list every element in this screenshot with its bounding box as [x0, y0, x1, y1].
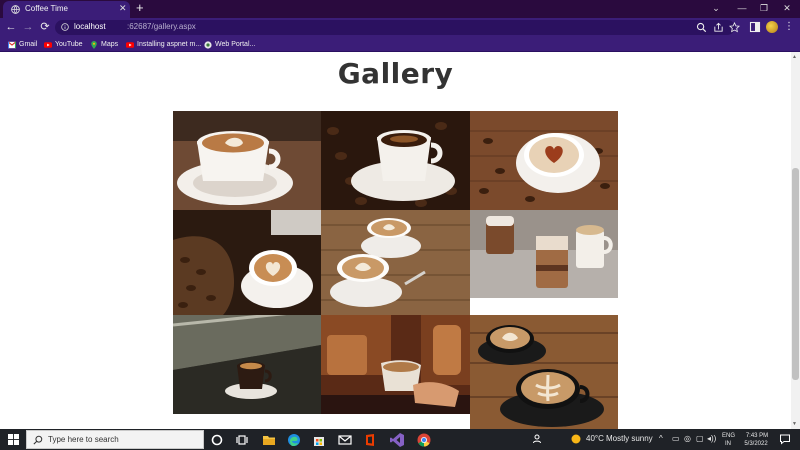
- bookmark-star-icon[interactable]: [729, 22, 740, 33]
- show-hidden-icons-chevron-icon[interactable]: ^: [659, 433, 663, 445]
- site-info-icon[interactable]: [61, 23, 69, 31]
- tab-search-icon[interactable]: ⌄: [709, 2, 723, 14]
- coffee-photo-icon: [470, 315, 618, 429]
- gallery-photo[interactable]: [470, 315, 618, 429]
- input-language-line2[interactable]: IN: [725, 440, 731, 448]
- windows-start-icon[interactable]: [8, 434, 19, 445]
- tab-coffee-time[interactable]: Coffee Time ✕: [3, 1, 130, 18]
- bookmark-installing-aspnet[interactable]: Installing aspnet m...: [126, 39, 201, 50]
- zoom-icon[interactable]: [696, 22, 707, 33]
- file-explorer-icon[interactable]: [261, 432, 277, 448]
- coffee-photo-icon: [173, 111, 321, 210]
- gallery-photo[interactable]: [173, 315, 321, 414]
- coffee-photo-icon: [470, 210, 618, 298]
- maximize-button[interactable]: ❐: [757, 2, 771, 14]
- edge-icon[interactable]: [286, 432, 302, 448]
- portal-icon: [204, 40, 212, 49]
- tab-strip: Coffee Time ✕ + ⌄ — ❐ ✕: [0, 0, 800, 18]
- notifications-icon[interactable]: [779, 433, 791, 445]
- coffee-photo-icon: [173, 210, 321, 315]
- coffee-photo-icon: [173, 315, 321, 414]
- youtube-icon: [126, 41, 134, 48]
- gallery-photo[interactable]: [173, 210, 321, 315]
- close-window-button[interactable]: ✕: [780, 2, 794, 14]
- office-icon[interactable]: [362, 432, 378, 448]
- visual-studio-icon[interactable]: [389, 432, 405, 448]
- forward-button[interactable]: →: [21, 20, 35, 34]
- display-icon[interactable]: ▢: [696, 433, 704, 445]
- page-title: Gallery: [337, 57, 454, 90]
- people-icon[interactable]: [532, 433, 544, 445]
- volume-icon[interactable]: ◂)): [707, 433, 716, 445]
- gallery-photo[interactable]: [321, 111, 470, 210]
- gallery-photo[interactable]: [470, 111, 618, 210]
- url-path: :62687/gallery.aspx: [127, 22, 196, 31]
- address-bar[interactable]: localhost :62687/gallery.aspx: [55, 20, 740, 35]
- reload-button[interactable]: ⟳: [38, 20, 52, 34]
- weather-condition[interactable]: Mostly sunny: [606, 433, 653, 445]
- bookmark-gmail[interactable]: Gmail: [8, 39, 37, 50]
- task-view-icon[interactable]: [234, 432, 250, 448]
- bookmarks-bar: Gmail YouTube Maps Installing aspnet m..…: [0, 37, 800, 52]
- url-host: localhost: [74, 22, 106, 31]
- coffee-photo-icon: [321, 210, 470, 315]
- clock-time[interactable]: 7:43 PM: [745, 432, 769, 440]
- globe-icon: [11, 5, 20, 14]
- minimize-button[interactable]: —: [735, 2, 749, 14]
- battery-icon[interactable]: ▭: [672, 433, 680, 445]
- gallery-photo[interactable]: [321, 210, 470, 315]
- side-panel-icon[interactable]: [749, 21, 761, 33]
- back-button[interactable]: ←: [4, 20, 18, 34]
- windows-taskbar: Type here to search 40°C Mostly sunny ^ …: [0, 429, 800, 450]
- bookmark-maps[interactable]: Maps: [90, 39, 118, 50]
- gallery-photo[interactable]: [173, 111, 321, 210]
- gallery-photo[interactable]: [470, 210, 618, 298]
- network-globe-icon[interactable]: ◎: [684, 433, 691, 445]
- browser-toolbar: ← → ⟳ localhost :62687/gallery.aspx ⋮: [0, 18, 800, 37]
- page-scrollbar[interactable]: ▲ ▼: [791, 52, 800, 429]
- microsoft-store-icon[interactable]: [311, 432, 327, 448]
- gallery-photo[interactable]: [321, 315, 470, 414]
- scroll-down-arrow-icon[interactable]: ▼: [792, 421, 797, 427]
- weather-temperature[interactable]: 40°C: [586, 433, 604, 445]
- bookmark-youtube[interactable]: YouTube: [44, 39, 83, 50]
- search-placeholder: Type here to search: [48, 435, 119, 444]
- coffee-photo-icon: [321, 315, 470, 414]
- input-language-line1[interactable]: ENG: [722, 432, 735, 440]
- maps-icon: [91, 40, 97, 49]
- clock-date[interactable]: 5/3/2022: [741, 440, 771, 448]
- weather-sunny-icon[interactable]: [570, 433, 582, 445]
- chrome-icon[interactable]: [416, 432, 432, 448]
- tab-close-icon[interactable]: ✕: [119, 3, 127, 14]
- coffee-photo-icon: [470, 111, 618, 210]
- coffee-photo-icon: [321, 111, 470, 210]
- cortana-icon[interactable]: [209, 432, 225, 448]
- new-tab-button[interactable]: +: [136, 1, 144, 15]
- scroll-up-arrow-icon[interactable]: ▲: [792, 54, 797, 60]
- search-icon: [33, 435, 43, 445]
- youtube-icon: [44, 41, 52, 48]
- share-icon[interactable]: [713, 22, 724, 33]
- scroll-thumb[interactable]: [792, 168, 799, 380]
- browser-menu-button[interactable]: ⋮: [784, 20, 794, 34]
- tab-title: Coffee Time: [25, 4, 68, 13]
- taskbar-search-input[interactable]: Type here to search: [26, 430, 204, 449]
- gmail-icon: [8, 40, 16, 48]
- page-content: Gallery: [0, 52, 791, 429]
- bookmark-web-portal[interactable]: Web Portal...: [204, 39, 255, 50]
- profile-avatar[interactable]: [766, 21, 778, 33]
- mail-icon[interactable]: [337, 432, 353, 448]
